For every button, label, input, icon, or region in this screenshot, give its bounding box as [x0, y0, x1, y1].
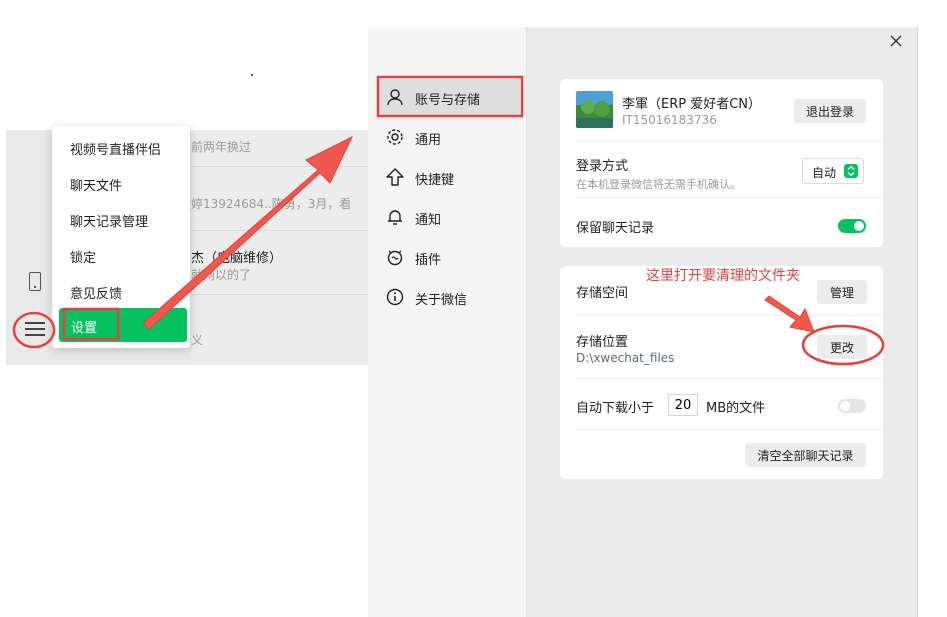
- manage-button[interactable]: 管理: [817, 280, 867, 304]
- bell-icon: [387, 210, 403, 225]
- nav-item-label: 快捷键: [415, 173, 455, 188]
- chat-list-item[interactable]: 义: [191, 295, 368, 365]
- login-method-select[interactable]: 自动: [802, 158, 864, 184]
- nav-item-notifications[interactable]: 通知: [378, 199, 520, 235]
- clear-all-history-button[interactable]: 清空全部聊天记录: [745, 443, 866, 467]
- nav-item-plugins[interactable]: 插件: [378, 239, 520, 275]
- nav-item-label: 插件: [415, 253, 442, 268]
- auto-download-prefix: 自动下载小于: [576, 401, 655, 416]
- more-menu-popup: 视频号直播伴侣 聊天文件 聊天记录管理 锁定 意见反馈 设置: [52, 126, 190, 348]
- gear-icon: [387, 129, 403, 145]
- auto-download-toggle[interactable]: [838, 399, 866, 413]
- menu-item-chat-history[interactable]: 聊天记录管理: [70, 211, 148, 230]
- account-name: 李軍（ERP 爱好者CN）: [622, 97, 762, 112]
- nav-item-label: 通用: [415, 133, 442, 148]
- divider: [576, 378, 883, 379]
- info-icon: [386, 288, 404, 306]
- storage-location-path: D:\xwechat_files: [576, 351, 675, 365]
- account-card: 李軍（ERP 爱好者CN） IT15016183736 退出登录 登录方式 在本…: [560, 79, 883, 247]
- avatar: [576, 91, 613, 128]
- stray-dot: [251, 74, 253, 76]
- nav-item-account-storage[interactable]: 账号与存储: [378, 79, 520, 115]
- storage-card: 存储空间 管理 存储位置 D:\xwechat_files 更改 自动下载小于 …: [560, 266, 883, 479]
- window-edge: [917, 27, 918, 617]
- login-method-label: 登录方式: [576, 159, 629, 174]
- settings-window: 账号与存储 通用 快捷键 通知 插件 关于微信 李軍（ERP 爱好者CN） IT…: [368, 27, 918, 617]
- nav-item-about[interactable]: 关于微信: [378, 279, 520, 315]
- settings-sidebar: 账号与存储 通用 快捷键 通知 插件 关于微信: [368, 27, 527, 617]
- annotation-text: 这里打开要清理的文件夹: [646, 268, 800, 284]
- keep-history-label: 保留聊天记录: [576, 221, 655, 236]
- auto-download-size-input[interactable]: [668, 394, 698, 416]
- shortcut-icon: [386, 168, 404, 186]
- menu-item-lock[interactable]: 锁定: [70, 247, 96, 266]
- chat-last-message: 前两年换过: [191, 140, 252, 154]
- chat-last-message: 婷13924684..陈勇，3月，看: [191, 197, 352, 211]
- change-location-button[interactable]: 更改: [817, 335, 867, 359]
- menu-item-chat-files[interactable]: 聊天文件: [70, 175, 122, 194]
- nav-item-shortcuts[interactable]: 快捷键: [378, 159, 520, 195]
- hamburger-menu-icon[interactable]: [25, 322, 45, 336]
- close-icon[interactable]: [888, 33, 904, 49]
- chat-list: 前两年换过 婷13924684..陈勇，3月，看 杰（电脑维修） 就网以的了 义: [191, 130, 368, 365]
- menu-item-live-companion[interactable]: 视频号直播伴侣: [70, 139, 161, 158]
- divider: [576, 197, 883, 198]
- chat-name: 杰（电脑维修）: [191, 251, 283, 266]
- chat-last-message: 就网以的了: [191, 268, 252, 282]
- menu-item-settings[interactable]: 设置: [59, 308, 187, 342]
- divider: [576, 140, 883, 141]
- chat-last-message: 义: [191, 333, 204, 347]
- login-method-description: 在本机登录微信将无需手机确认。: [576, 178, 741, 191]
- divider: [576, 429, 883, 430]
- plugin-icon: [387, 250, 403, 266]
- chat-list-item[interactable]: 杰（电脑维修） 就网以的了: [191, 231, 368, 293]
- storage-location-label: 存储位置: [576, 335, 629, 350]
- keep-history-toggle[interactable]: [838, 219, 866, 233]
- nav-item-label: 关于微信: [415, 293, 468, 308]
- phone-icon[interactable]: [29, 272, 41, 291]
- account-id: IT15016183736: [622, 113, 717, 127]
- nav-item-label: 账号与存储: [415, 93, 481, 108]
- logout-button[interactable]: 退出登录: [794, 99, 866, 123]
- nav-item-general[interactable]: 通用: [378, 119, 520, 155]
- chat-list-item[interactable]: 婷13924684..陈勇，3月，看: [191, 167, 368, 229]
- settings-content: 李軍（ERP 爱好者CN） IT15016183736 退出登录 登录方式 在本…: [527, 27, 918, 617]
- select-caret-icon: [844, 164, 858, 178]
- chat-list-item[interactable]: 前两年换过: [191, 130, 368, 170]
- nav-item-label: 通知: [415, 213, 442, 228]
- menu-item-feedback[interactable]: 意见反馈: [70, 283, 122, 302]
- auto-download-suffix: MB的文件: [706, 401, 766, 416]
- divider: [576, 315, 883, 316]
- login-method-value: 自动: [812, 166, 837, 180]
- user-icon: [387, 89, 403, 106]
- storage-space-label: 存储空间: [576, 286, 629, 301]
- menu-item-settings-label: 设置: [71, 321, 98, 336]
